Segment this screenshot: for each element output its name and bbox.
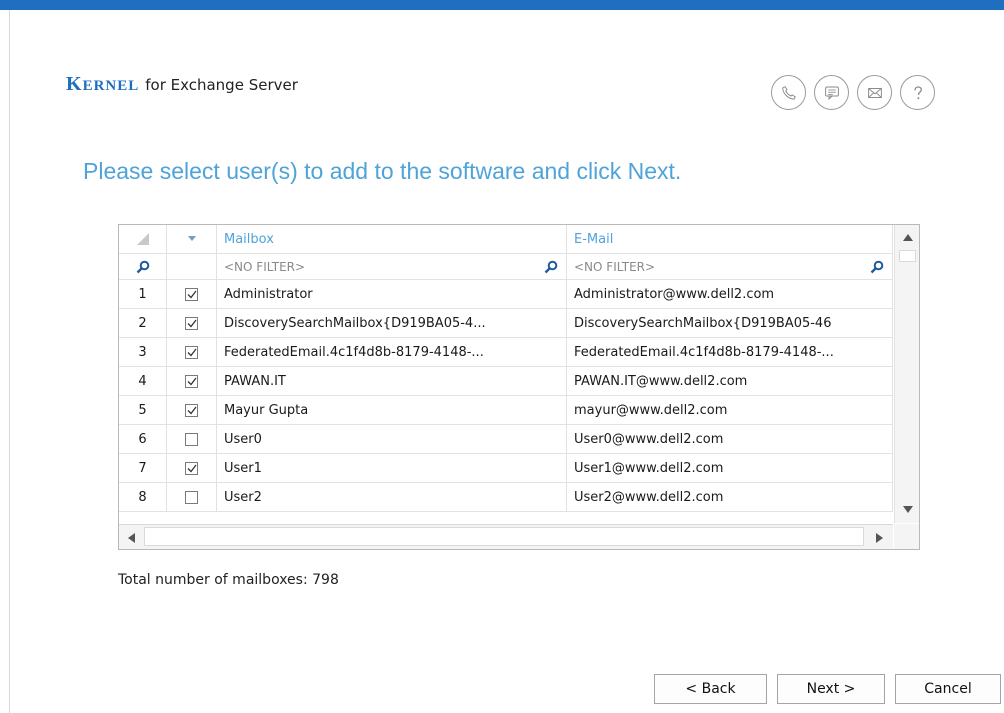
scroll-down-icon[interactable] [895,497,920,522]
row-number: 2 [119,309,167,338]
next-button[interactable]: Next > [777,674,885,704]
row-checkbox[interactable] [185,287,198,301]
mailbox-cell: User0 [217,425,567,454]
scroll-up-icon[interactable] [895,225,920,250]
row-checkbox[interactable] [185,374,198,388]
table-row[interactable]: 3 FederatedEmail.4c1f4d8b-8179-4148-... … [119,338,893,367]
table-row[interactable]: 5 Mayur Gupta mayur@www.dell2.com [119,396,893,425]
page-title: Please select user(s) to add to the soft… [83,158,682,184]
brand-product-name: for Exchange Server [145,76,298,94]
column-header-email[interactable]: E-Mail [567,225,893,254]
mailbox-cell: FederatedEmail.4c1f4d8b-8179-4148-... [217,338,567,367]
brand-kernel-rest: ERNEL [82,78,140,94]
filter-email-placeholder: <NO FILTER> [574,259,656,274]
chat-icon[interactable] [814,75,849,110]
help-icon[interactable] [900,75,935,110]
phone-icon[interactable] [771,75,806,110]
row-checkbox[interactable] [185,403,198,417]
table-row[interactable]: 8 User2 User2@www.dell2.com [119,483,893,512]
brand-logo: KERNEL for Exchange Server [66,73,298,96]
horizontal-scroll-thumb[interactable] [144,527,864,546]
mailbox-cell: User2 [217,483,567,512]
grid-header-row: Mailbox E-Mail [119,225,893,254]
table-row[interactable]: 4 PAWAN.IT PAWAN.IT@www.dell2.com [119,367,893,396]
row-checkbox-cell[interactable] [167,454,217,483]
row-number: 6 [119,425,167,454]
row-checkbox-cell[interactable] [167,483,217,512]
mailbox-cell: PAWAN.IT [217,367,567,396]
mailbox-cell: DiscoverySearchMailbox{D919BA05-4... [217,309,567,338]
row-checkbox[interactable] [185,345,198,359]
brand-kernel: KERNEL [66,73,139,96]
row-number: 5 [119,396,167,425]
row-number: 8 [119,483,167,512]
email-cell: FederatedEmail.4c1f4d8b-8179-4148-... [567,338,893,367]
row-checkbox-cell[interactable] [167,338,217,367]
mailbox-cell: Administrator [217,280,567,309]
search-icon[interactable] [544,260,558,274]
filter-mailbox-input[interactable]: <NO FILTER> [217,254,567,280]
check-column-header[interactable] [167,225,217,254]
email-cell: User0@www.dell2.com [567,425,893,454]
scroll-right-icon[interactable] [867,525,892,550]
table-row[interactable]: 6 User0 User0@www.dell2.com [119,425,893,454]
filter-email-input[interactable]: <NO FILTER> [567,254,893,280]
filter-row: <NO FILTER> <NO FILTER> [119,254,893,280]
filter-mailbox-placeholder: <NO FILTER> [224,259,306,274]
row-checkbox[interactable] [185,461,198,475]
row-number: 4 [119,367,167,396]
mailbox-count-label: Total number of mailboxes: 798 [118,572,339,588]
brand-kernel-initial: K [66,73,83,95]
top-icon-bar [771,75,935,110]
row-checkbox[interactable] [185,432,198,446]
vertical-scroll-thumb[interactable] [899,250,916,262]
row-checkbox-cell[interactable] [167,367,217,396]
email-cell: User2@www.dell2.com [567,483,893,512]
row-checkbox-cell[interactable] [167,425,217,454]
filter-check-cell [167,254,217,280]
vertical-scrollbar[interactable] [894,225,919,523]
table-row[interactable]: 2 DiscoverySearchMailbox{D919BA05-4... D… [119,309,893,338]
row-number: 3 [119,338,167,367]
search-icon[interactable] [870,260,884,274]
email-cell: Administrator@www.dell2.com [567,280,893,309]
row-checkbox-cell[interactable] [167,396,217,425]
cancel-button[interactable]: Cancel [895,674,1001,704]
mailbox-grid: Mailbox E-Mail <NO FILTER> <NO FILTER> 1… [118,224,920,550]
table-row[interactable]: 7 User1 User1@www.dell2.com [119,454,893,483]
row-number: 1 [119,280,167,309]
email-cell: DiscoverySearchMailbox{D919BA05-46 [567,309,893,338]
column-header-mailbox[interactable]: Mailbox [217,225,567,254]
mailbox-cell: User1 [217,454,567,483]
scrollbar-corner [894,524,919,549]
back-button[interactable]: < Back [654,674,767,704]
email-cell: PAWAN.IT@www.dell2.com [567,367,893,396]
mailbox-cell: Mayur Gupta [217,396,567,425]
row-number: 7 [119,454,167,483]
row-checkbox[interactable] [185,316,198,330]
email-cell: mayur@www.dell2.com [567,396,893,425]
row-checkbox[interactable] [185,490,198,504]
scroll-left-icon[interactable] [119,525,144,550]
row-checkbox-cell[interactable] [167,280,217,309]
top-accent-bar [0,0,1004,10]
email-cell: User1@www.dell2.com [567,454,893,483]
select-all-corner[interactable] [119,225,167,254]
row-checkbox-cell[interactable] [167,309,217,338]
mail-icon[interactable] [857,75,892,110]
filter-search-icon [119,254,167,280]
horizontal-scrollbar[interactable] [119,524,893,549]
window-left-border [9,10,10,713]
table-row[interactable]: 1 Administrator Administrator@www.dell2.… [119,280,893,309]
